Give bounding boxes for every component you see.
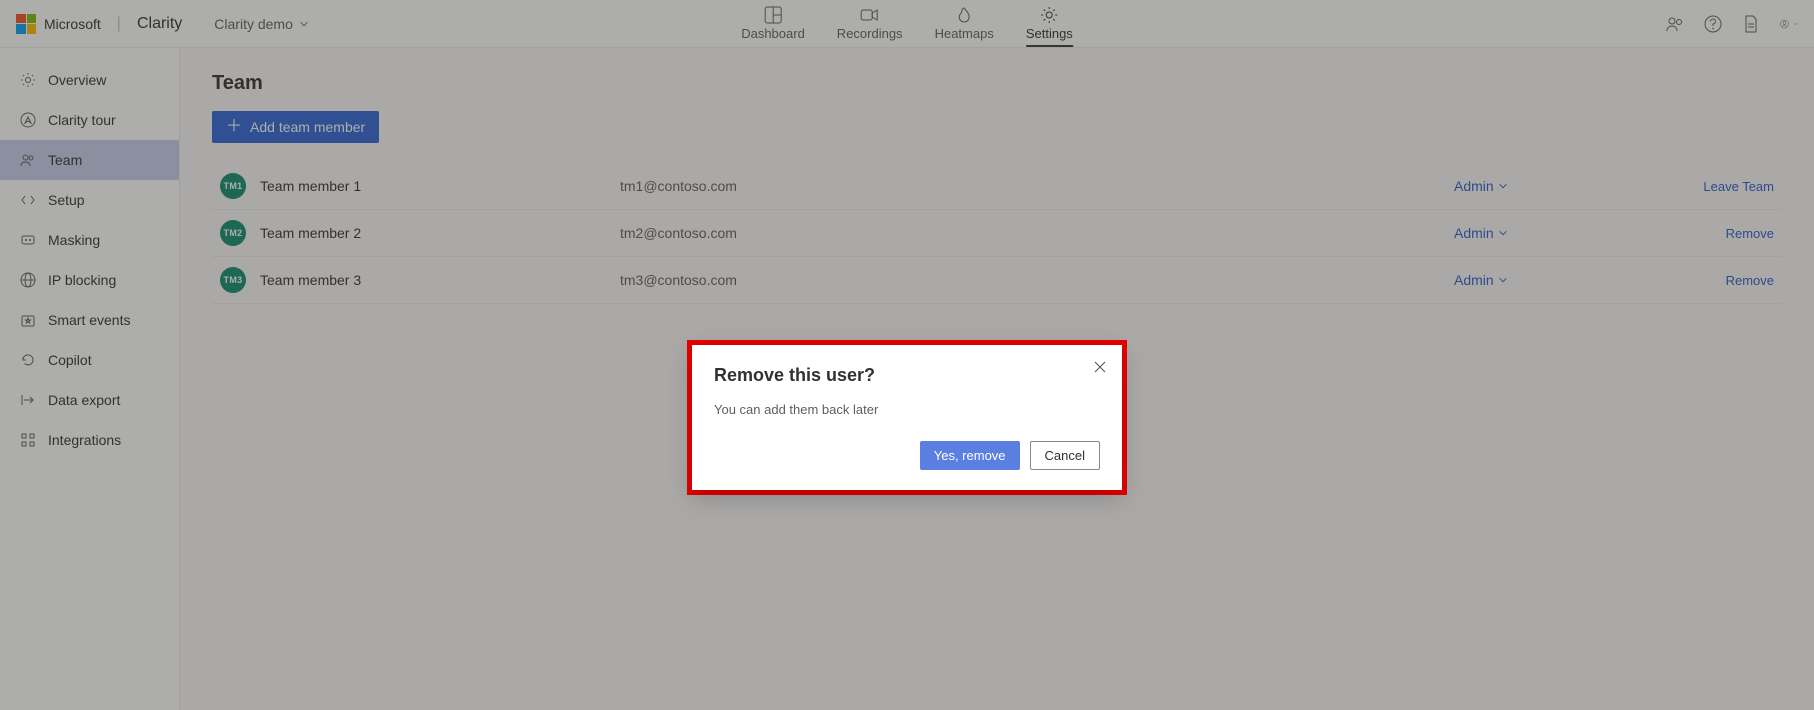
- dialog-title: Remove this user?: [714, 365, 1100, 386]
- cancel-button[interactable]: Cancel: [1030, 441, 1100, 470]
- remove-user-dialog: Remove this user? You can add them back …: [692, 345, 1122, 490]
- dialog-text: You can add them back later: [714, 402, 1100, 417]
- dialog-actions: Yes, remove Cancel: [714, 441, 1100, 470]
- confirm-remove-button[interactable]: Yes, remove: [920, 441, 1020, 470]
- close-button[interactable]: [1092, 359, 1108, 375]
- close-icon: [1092, 359, 1108, 375]
- modal-overlay[interactable]: Remove this user? You can add them back …: [0, 0, 1814, 710]
- dialog-highlight-border: Remove this user? You can add them back …: [687, 340, 1127, 495]
